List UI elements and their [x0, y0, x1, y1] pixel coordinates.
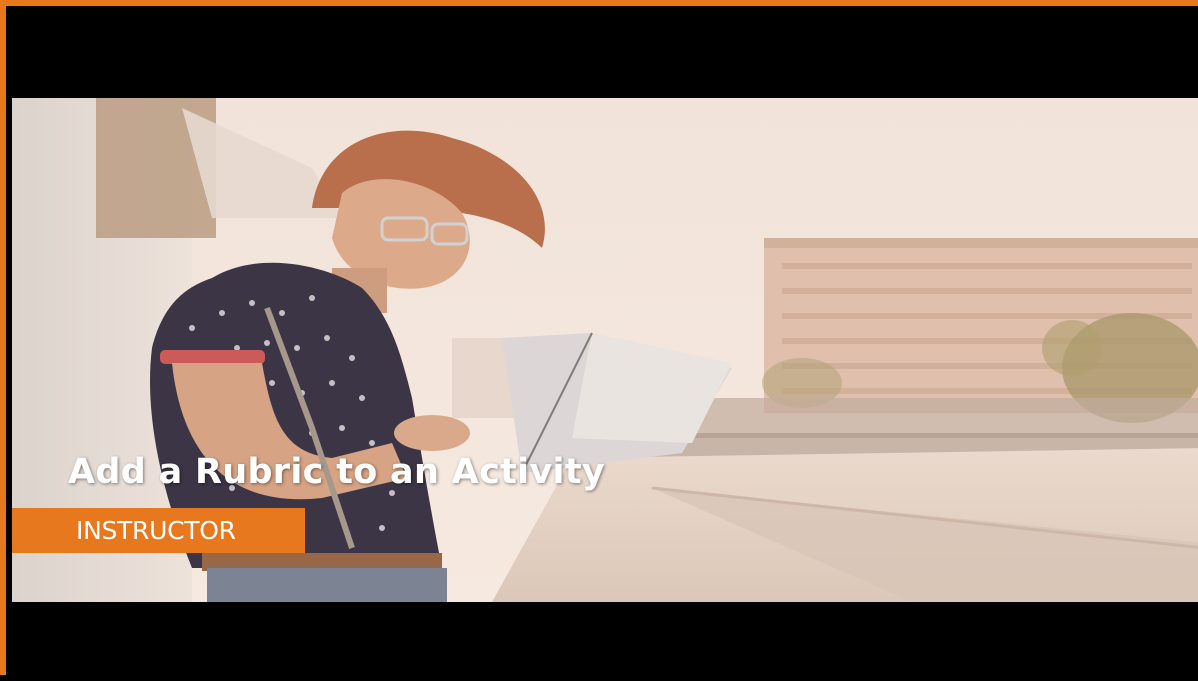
letterbox-bottom: [12, 602, 1198, 681]
letterbox-top: [12, 12, 1198, 98]
video-thumbnail[interactable]: Add a Rubric to an Activity INSTRUCTOR: [0, 0, 1198, 681]
video-title: Add a Rubric to an Activity: [68, 452, 605, 492]
role-badge: INSTRUCTOR: [12, 508, 305, 553]
role-badge-label: INSTRUCTOR: [76, 516, 236, 545]
